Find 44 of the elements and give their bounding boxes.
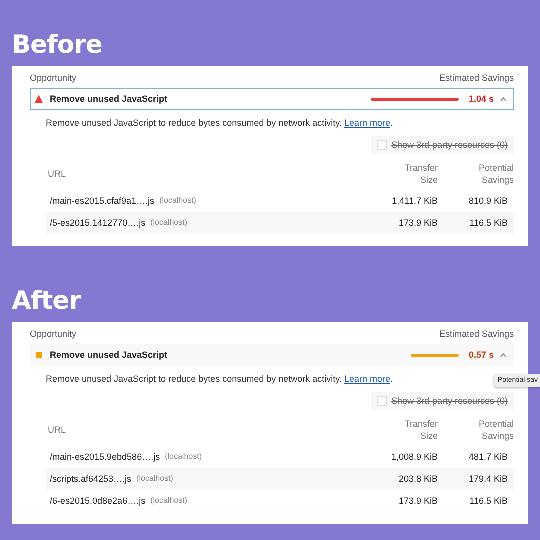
audit-title: Remove unused JavaScript bbox=[50, 94, 169, 104]
column-header: URL bbox=[47, 169, 68, 179]
table-cell-text: 1,008.9 KiB bbox=[390, 452, 438, 462]
url-cell: /5-es2015.1412770….js bbox=[50, 218, 146, 228]
chevron-up-icon[interactable] bbox=[500, 352, 507, 358]
table-cell-text: 1,411.7 KiB bbox=[391, 196, 438, 206]
table-cell-text: 116.5 KiB bbox=[468, 218, 509, 228]
column-label: Estimated Savings bbox=[439, 329, 514, 339]
url-cell: /main-es2015.9ebd586….js bbox=[50, 452, 160, 462]
table-cell-text: 173.9 KiB bbox=[398, 218, 438, 228]
section-heading: Before bbox=[12, 29, 104, 61]
table-cell-text: 116.5 KiB bbox=[468, 496, 509, 506]
url-cell: /main-es2015.cfaf9a1….js bbox=[50, 196, 155, 206]
column-label: Estimated Savings bbox=[439, 73, 514, 83]
column-header: Potential Savings bbox=[478, 418, 514, 442]
savings-value: 1.04 s bbox=[468, 94, 494, 104]
audit-description: Remove unused JavaScript to reduce bytes consumed by network activity. Learn more. bbox=[45, 117, 394, 128]
audit-row[interactable]: Remove unused JavaScript 1.04 s bbox=[30, 88, 514, 110]
column-label: Opportunity bbox=[30, 73, 77, 83]
table-cell-text: 481.7 KiB bbox=[468, 452, 509, 462]
host-label: (localhost) bbox=[150, 496, 188, 506]
section-heading: After bbox=[12, 286, 82, 317]
host-label: (localhost) bbox=[136, 474, 174, 484]
column-header: Potential Savings bbox=[478, 162, 514, 186]
column-header: Transfer Size bbox=[404, 162, 438, 186]
savings-bar bbox=[410, 354, 459, 356]
audit-title: Remove unused JavaScript bbox=[50, 350, 169, 360]
chevron-up-icon[interactable] bbox=[500, 96, 507, 102]
column-label: Opportunity bbox=[30, 329, 77, 339]
host-label: (localhost) bbox=[160, 196, 196, 206]
learn-more-link[interactable]: Learn more bbox=[344, 374, 391, 384]
table-cell-text: 203.8 KiB bbox=[398, 474, 438, 484]
host-label: (localhost) bbox=[150, 218, 188, 228]
table-cell-text: 179.4 KiB bbox=[468, 474, 509, 484]
table-cell-text: 810.9 KiB bbox=[468, 196, 509, 206]
table-cell-text: 173.9 KiB bbox=[398, 496, 438, 506]
url-cell: /6-es2015.0d8e2a6….js bbox=[50, 496, 146, 506]
audit-row[interactable]: Remove unused JavaScript 0.57 s bbox=[30, 344, 514, 366]
savings-value: 0.57 s bbox=[468, 350, 494, 360]
column-header: URL bbox=[47, 425, 68, 435]
host-label: (localhost) bbox=[165, 452, 202, 462]
learn-more-link[interactable]: Learn more bbox=[344, 118, 391, 128]
column-header: Transfer Size bbox=[404, 418, 438, 442]
url-cell: /scripts.af64253….js bbox=[50, 474, 132, 484]
